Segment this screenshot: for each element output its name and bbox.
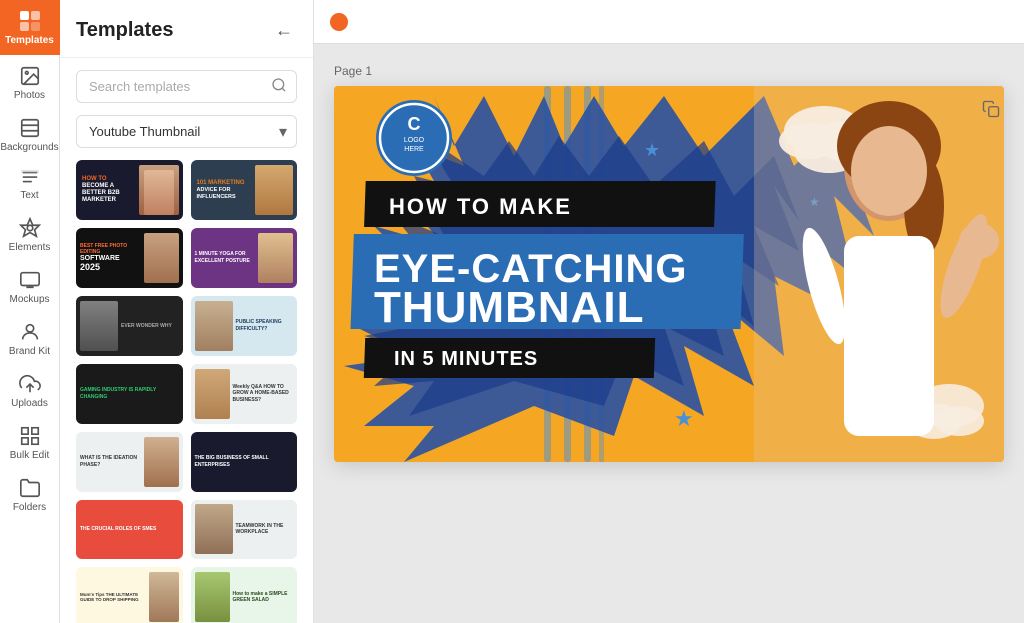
sidebar-item-photos[interactable]: Photos (0, 55, 60, 107)
record-indicator (330, 13, 348, 31)
sidebar-item-bulk-edit[interactable]: Bulk Edit (0, 415, 60, 467)
template-item[interactable]: Weekly Q&A HOW TO GROW A HOME-BASED BUSI… (191, 364, 298, 424)
sidebar-item-brand-kit[interactable]: Brand Kit (0, 311, 60, 363)
template-type-dropdown-wrapper: Youtube Thumbnail Instagram Post Faceboo… (76, 115, 297, 148)
svg-text:C: C (408, 114, 421, 134)
template-item[interactable]: WHAT IS THE IDEATION PHASE? (76, 432, 183, 492)
template-item[interactable]: THE CRUCIAL ROLES OF SMEs (76, 500, 183, 560)
mockups-icon (19, 269, 41, 291)
template-item[interactable]: PUBLIC SPEAKING DIFFICULTY? (191, 296, 298, 356)
search-box (76, 70, 297, 103)
icon-sidebar: Templates Photos Backgrounds Text Elemen… (0, 0, 60, 623)
templates-panel: Templates ← Youtube Thumbnail Instagram … (60, 0, 314, 623)
elements-icon (19, 217, 41, 239)
template-item[interactable]: BEST FREE PHOTO EDITING SOFTWARE 2025 (76, 228, 183, 288)
search-input[interactable] (76, 70, 297, 103)
duplicate-page-button[interactable] (978, 96, 1004, 125)
uploads-icon (19, 373, 41, 395)
brand-label: Templates (5, 35, 54, 46)
duplicate-icon (982, 100, 1000, 118)
template-item[interactable]: THE BIG BUSINESS OF SMALL ENTERPRISES (191, 432, 298, 492)
search-icon (271, 77, 287, 93)
brand-kit-icon (19, 321, 41, 343)
elements-label: Elements (9, 242, 51, 253)
folders-label: Folders (13, 502, 46, 513)
sidebar-item-mockups[interactable]: Mockups (0, 259, 60, 311)
svg-text:THUMBNAIL: THUMBNAIL (374, 283, 645, 332)
photos-label: Photos (14, 90, 45, 101)
backgrounds-icon (19, 117, 41, 139)
templates-list: HOW TO BECOME A BETTER B2B MARKETER 101 … (76, 160, 297, 623)
canvas-background-svg: ★ ★ ★ ★ ★ HOW TO MAKE EYE-CATCHING THUMB… (334, 86, 1004, 462)
text-label: Text (20, 190, 38, 201)
template-item[interactable]: TEAMWORK IN THE WORKPLACE (191, 500, 298, 560)
svg-text:★: ★ (674, 406, 694, 431)
canvas-frame[interactable]: ★ ★ ★ ★ ★ HOW TO MAKE EYE-CATCHING THUMB… (334, 86, 1004, 462)
mockups-label: Mockups (9, 294, 49, 305)
brand-kit-label: Brand Kit (9, 346, 50, 357)
svg-text:HERE: HERE (404, 146, 424, 153)
uploads-label: Uploads (11, 398, 48, 409)
panel-header: Templates ← (60, 0, 313, 58)
canvas-toolbar (314, 0, 1024, 44)
canvas-container: Page 1 (314, 44, 1024, 623)
page-label: Page 1 (334, 64, 1004, 78)
bulk-edit-label: Bulk Edit (10, 450, 49, 461)
template-item[interactable]: Mum's Tips THE ULTIMATE GUIDE TO DROP SH… (76, 567, 183, 623)
sidebar-item-folders[interactable]: Folders (0, 467, 60, 519)
templates-grid: HOW TO BECOME A BETTER B2B MARKETER 101 … (60, 160, 313, 623)
back-button[interactable]: ← (271, 16, 297, 45)
folders-icon (19, 477, 41, 499)
template-item[interactable]: 101 MARKETING ADVICE FOR INFLUENCERS (191, 160, 298, 220)
panel-title: Templates (76, 19, 173, 42)
backgrounds-label: Backgrounds (0, 142, 58, 153)
brand-icon (19, 10, 41, 32)
photos-icon (19, 65, 41, 87)
svg-text:LOGO: LOGO (404, 137, 425, 144)
sidebar-item-uploads[interactable]: Uploads (0, 363, 60, 415)
template-item[interactable]: GAMING INDUSTRY IS RAPIDLY CHANGING (76, 364, 183, 424)
template-item[interactable]: How to make a SIMPLE GREEN SALAD (191, 567, 298, 623)
template-item[interactable]: 1 MINUTE YOGA FOR EXCELLENT POSTURE (191, 228, 298, 288)
sidebar-item-backgrounds[interactable]: Backgrounds (0, 107, 60, 159)
template-item[interactable]: EVER WONDER WHY (76, 296, 183, 356)
bulk-edit-icon (19, 425, 41, 447)
canvas-wrapper: Page 1 (334, 64, 1004, 462)
svg-text:HOW TO MAKE: HOW TO MAKE (389, 194, 572, 219)
template-item[interactable]: HOW TO BECOME A BETTER B2B MARKETER (76, 160, 183, 220)
search-button[interactable] (271, 77, 287, 96)
svg-text:IN 5 MINUTES: IN 5 MINUTES (394, 348, 538, 370)
sidebar-item-elements[interactable]: Elements (0, 207, 60, 259)
text-icon (19, 169, 41, 187)
sidebar-item-text[interactable]: Text (0, 159, 60, 207)
brand-logo[interactable]: Templates (0, 0, 60, 55)
template-type-dropdown[interactable]: Youtube Thumbnail Instagram Post Faceboo… (76, 115, 297, 148)
main-area: Page 1 (314, 0, 1024, 623)
svg-text:★: ★ (644, 140, 660, 160)
